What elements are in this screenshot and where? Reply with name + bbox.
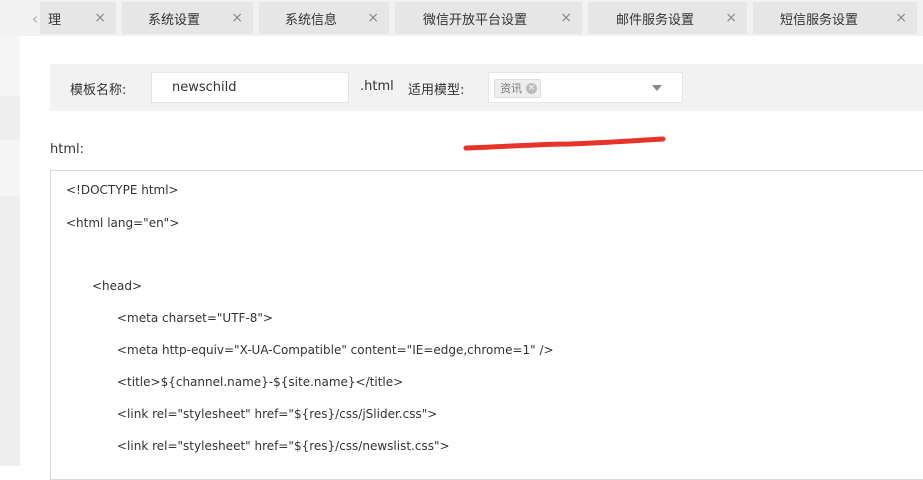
- code-line: <!DOCTYPE html>: [66, 183, 179, 197]
- tab-close-icon[interactable]: ×: [94, 10, 106, 26]
- model-chip-label: 资讯: [500, 82, 522, 95]
- tab-label: 系统信息: [285, 12, 338, 28]
- html-field-label: html:: [50, 142, 84, 157]
- code-line: <head>: [92, 279, 143, 293]
- tab-label: 邮件服务设置: [616, 12, 695, 28]
- model-chip: 资讯 ×: [494, 79, 541, 98]
- code-line: <title>${channel.name}-${site.name}</tit…: [117, 375, 404, 389]
- tab-item-management[interactable]: 理 ×: [40, 2, 116, 34]
- tab-system-info[interactable]: 系统信息 ×: [259, 2, 389, 34]
- red-underline-annotation: [463, 136, 666, 151]
- template-form-bar: 模板名称: .html 适用模型: 资讯 ×: [50, 64, 923, 111]
- code-line: <link rel="stylesheet" href="${res}/css/…: [117, 407, 438, 421]
- tab-label: 微信开放平台设置: [423, 12, 528, 28]
- html-code-editor[interactable]: <!DOCTYPE html> <html lang="en"> <head> …: [50, 170, 923, 480]
- tab-bar: ‹ 理 × 系统设置 × 系统信息 × 微信开放平台设置 × 邮件服务设置 × …: [0, 0, 923, 36]
- model-select[interactable]: 资讯 ×: [488, 72, 683, 103]
- tab-sms-service[interactable]: 短信服务设置 ×: [753, 2, 917, 34]
- tab-label: 系统设置: [148, 12, 201, 28]
- template-name-input[interactable]: [151, 72, 349, 103]
- code-line: <html lang="en">: [66, 216, 180, 230]
- tab-mail-service[interactable]: 邮件服务设置 ×: [588, 2, 747, 34]
- file-suffix-label: .html: [360, 79, 394, 94]
- sidebar-edge: [0, 36, 20, 466]
- tab-label: 理: [48, 12, 62, 28]
- sidebar-block: [0, 196, 20, 466]
- tab-close-icon[interactable]: ×: [367, 10, 379, 26]
- sidebar-block: [0, 96, 20, 140]
- tab-close-icon[interactable]: ×: [231, 10, 243, 26]
- tab-label: 短信服务设置: [780, 12, 859, 28]
- template-name-label: 模板名称:: [70, 83, 127, 98]
- code-line: <link rel="stylesheet" href="${res}/css/…: [117, 439, 450, 453]
- chip-remove-icon[interactable]: ×: [526, 83, 537, 94]
- model-label: 适用模型:: [408, 83, 465, 98]
- code-line: <meta http-equiv="X-UA-Compatible" conte…: [117, 343, 554, 357]
- tab-close-icon[interactable]: ×: [560, 10, 572, 26]
- code-line: <meta charset="UTF-8">: [117, 311, 273, 325]
- tab-close-icon[interactable]: ×: [895, 10, 907, 26]
- tab-close-icon[interactable]: ×: [725, 10, 737, 26]
- tab-system-settings[interactable]: 系统设置 ×: [122, 2, 253, 34]
- chevron-down-icon[interactable]: [652, 85, 662, 91]
- tab-wechat-open-platform[interactable]: 微信开放平台设置 ×: [395, 2, 582, 34]
